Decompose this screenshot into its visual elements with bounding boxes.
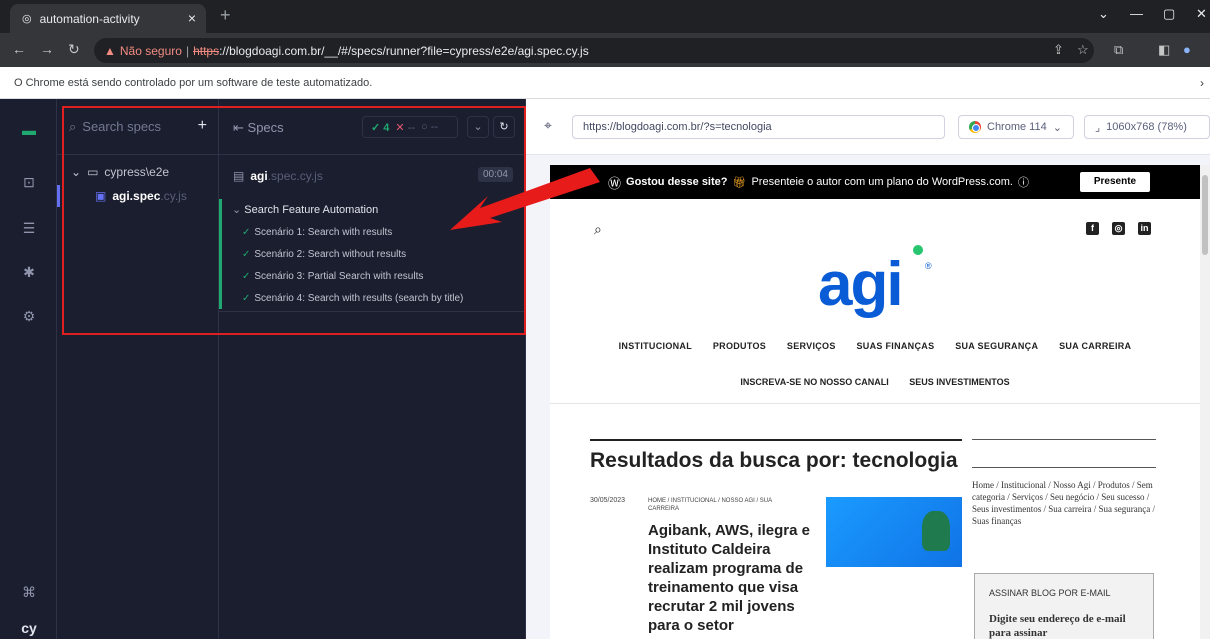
- tab-close-icon[interactable]: ×: [188, 10, 196, 26]
- agi-logo[interactable]: agi: [818, 249, 904, 320]
- menu-item[interactable]: SUA SEGURANÇA: [955, 341, 1038, 351]
- post-date: 30/05/2023: [590, 497, 626, 504]
- post-title[interactable]: Agibank, AWS, ilegra e Instituto Caldeir…: [648, 521, 820, 635]
- separator: |: [185, 43, 190, 58]
- forward-icon[interactable]: →: [40, 41, 54, 57]
- project-icon[interactable]: ▬: [20, 121, 38, 139]
- selector-playground-icon[interactable]: ⌖: [538, 117, 558, 137]
- side-panel-icon[interactable]: ◧: [1158, 42, 1170, 58]
- share-icon[interactable]: ⇪: [1053, 42, 1064, 58]
- info-icon: ⓘ: [1017, 177, 1029, 189]
- menu-item[interactable]: SEUS INVESTIMENTOS: [909, 377, 1009, 387]
- website-iframe: Ⓦ Gostou desse site? 🎁︎ Presenteie o aut…: [550, 165, 1200, 639]
- subscribe-widget: ASSINAR BLOG POR E-MAIL Digite seu ender…: [974, 573, 1154, 639]
- reload-icon[interactable]: ↻: [68, 41, 80, 58]
- cypress-logo-icon: cy: [21, 620, 37, 636]
- profile-icon[interactable]: ●: [1183, 42, 1191, 57]
- menu-item[interactable]: PRODUTOS: [713, 341, 766, 351]
- minimize-icon[interactable]: —: [1130, 6, 1143, 21]
- infobar-close-icon[interactable]: ›: [1200, 76, 1204, 90]
- browser-tab[interactable]: ◎ automation-activity ×: [10, 4, 206, 33]
- instagram-icon[interactable]: ◎: [1112, 222, 1125, 235]
- sidebar-rule: [972, 467, 1156, 468]
- browser-toolbar: ← → ↻ ▲ Não seguro | https://blogdoagi.c…: [0, 33, 1210, 67]
- app-under-test-panel: ⌖ https://blogdoagi.com.br/?s=tecnologia…: [526, 99, 1210, 639]
- gift-icon: 🎁︎: [732, 176, 747, 189]
- new-tab-button[interactable]: +: [220, 5, 231, 26]
- debug-nav-icon[interactable]: ✱: [20, 263, 38, 281]
- facebook-icon[interactable]: f: [1086, 222, 1099, 235]
- wp-bold-text: Gostou desse site?: [626, 176, 728, 188]
- menu-item[interactable]: INSCREVA-SE NO NOSSO CANALI: [740, 377, 888, 387]
- not-secure-label: Não seguro: [119, 43, 182, 58]
- keyboard-shortcuts-icon[interactable]: ⌘: [20, 583, 38, 601]
- wordpress-icon: Ⓦ: [608, 175, 622, 191]
- back-icon[interactable]: ←: [12, 41, 26, 57]
- thumbnail-figure: [922, 511, 950, 551]
- close-window-icon[interactable]: ✕: [1196, 6, 1207, 22]
- annotation-highlight-box: [62, 106, 526, 335]
- viewport-info[interactable]: ⌟ 1060x768 (78%): [1084, 115, 1210, 139]
- runs-nav-icon[interactable]: ☰: [20, 219, 38, 237]
- wordpress-promo-bar: Ⓦ Gostou desse site? 🎁︎ Presenteie o aut…: [550, 165, 1200, 199]
- browser-chevron-icon: ⌄: [1052, 121, 1062, 134]
- restore-icon[interactable]: ▢: [1163, 6, 1175, 22]
- cypress-sidebar-nav: ▬ ⊡ ☰ ✱ ⚙ ⌘ cy: [0, 99, 57, 639]
- tab-title: automation-activity: [39, 11, 140, 26]
- viewport-label: 1060x768 (78%): [1106, 121, 1187, 133]
- site-search-icon[interactable]: ⌕: [594, 221, 602, 238]
- menu-item[interactable]: SERVIÇOS: [787, 341, 836, 351]
- url-path: ://blogdoagi.com.br/__/#/specs/runner?fi…: [219, 43, 589, 58]
- header-divider: [550, 403, 1200, 404]
- iframe-scrollbar[interactable]: [1200, 165, 1210, 639]
- post-categories[interactable]: HOME / INSTITUCIONAL / NOSSO AGI / SUA C…: [648, 497, 793, 513]
- results-title: Resultados da busca por: tecnologia: [590, 449, 958, 472]
- logo-dot: [913, 245, 923, 255]
- browser-titlebar: ◎ automation-activity × + ⌄ — ▢ ✕: [0, 0, 1210, 33]
- sidebar-rule: [972, 439, 1156, 440]
- subscribe-text: Digite seu endereço de e-mail para assin…: [989, 613, 1126, 639]
- bookmark-star-icon[interactable]: ☆: [1077, 42, 1089, 58]
- presente-button[interactable]: Presente: [1080, 172, 1150, 192]
- warning-icon: ▲: [104, 43, 116, 58]
- menu-item[interactable]: SUAS FINANÇAS: [856, 341, 934, 351]
- automation-notice: O Chrome está sendo controlado por um so…: [14, 76, 373, 89]
- tab-search-icon[interactable]: ⌄: [1098, 6, 1109, 22]
- menu-item[interactable]: SUA CARREIRA: [1059, 341, 1131, 351]
- scrollbar-thumb[interactable]: [1202, 175, 1208, 255]
- browser-label: Chrome 114: [987, 121, 1047, 133]
- cypress-tab-icon: ◎: [22, 13, 32, 25]
- active-spec-indicator: [57, 185, 60, 207]
- viewport-icon: ⌟: [1095, 121, 1101, 134]
- chrome-icon: [969, 121, 981, 133]
- subscribe-heading: ASSINAR BLOG POR E-MAIL: [989, 588, 1111, 598]
- wp-text: Presenteie o autor com um plano do WordP…: [751, 176, 1013, 188]
- aut-header: ⌖ https://blogdoagi.com.br/?s=tecnologia…: [526, 99, 1210, 155]
- linkedin-icon[interactable]: in: [1138, 222, 1151, 235]
- site-menu-primary: INSTITUCIONAL PRODUTOS SERVIÇOS SUAS FIN…: [550, 341, 1200, 351]
- menu-item[interactable]: INSTITUCIONAL: [619, 341, 692, 351]
- settings-gear-icon[interactable]: ⚙: [20, 307, 38, 325]
- sidebar-categories[interactable]: Home / Institucional / Nosso Agi / Produ…: [972, 479, 1158, 527]
- address-bar[interactable]: ▲ Não seguro | https://blogdoagi.com.br/…: [94, 38, 1094, 63]
- url-scheme: https: [193, 43, 220, 58]
- aut-url-field[interactable]: https://blogdoagi.com.br/?s=tecnologia: [572, 115, 945, 139]
- browser-selector[interactable]: Chrome 114 ⌄: [958, 115, 1074, 139]
- extensions-icon[interactable]: ⧉: [1114, 42, 1123, 58]
- logo-registered-mark: ®: [925, 261, 932, 271]
- results-rule: [590, 439, 962, 441]
- automation-infobar: O Chrome está sendo controlado por um so…: [0, 67, 1210, 99]
- site-menu-secondary: INSCREVA-SE NO NOSSO CANALI SEUS INVESTI…: [550, 377, 1200, 387]
- specs-nav-icon[interactable]: ⊡: [20, 173, 38, 191]
- post-thumbnail[interactable]: [826, 497, 962, 567]
